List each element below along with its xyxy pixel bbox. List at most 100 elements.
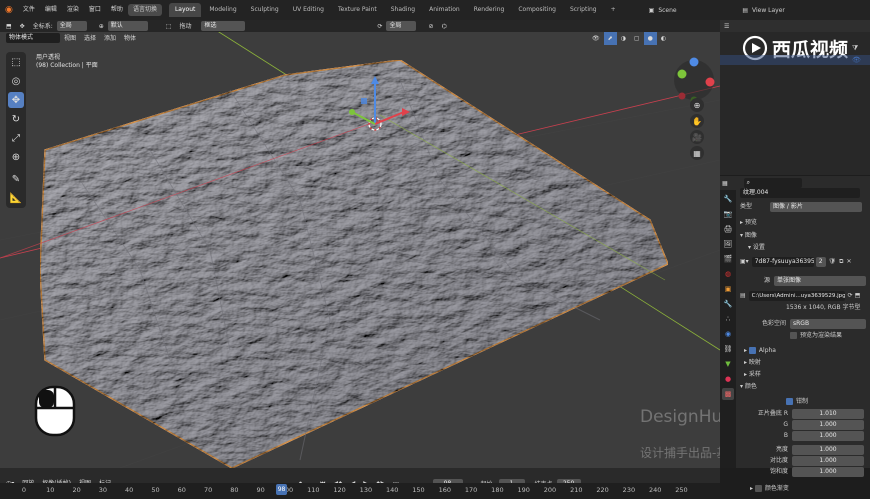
image-name-field[interactable]: 7d87-fysuuya36395... bbox=[751, 256, 814, 267]
language-switch-button[interactable]: 语言切换 bbox=[127, 4, 162, 16]
menu-render[interactable]: 渲染 bbox=[62, 0, 84, 20]
settings-section[interactable]: ▾ 设置 bbox=[740, 242, 868, 253]
drag-icon[interactable]: ⬚ bbox=[162, 20, 176, 33]
select-box-icon[interactable]: ⬚ bbox=[8, 54, 24, 70]
type-dropdown[interactable]: 图像 / 影片 bbox=[770, 201, 862, 212]
move-tool-icon[interactable]: ✥ bbox=[16, 20, 29, 33]
clamp-checkbox[interactable]: 钳制 bbox=[740, 396, 868, 407]
timeline-ruler[interactable]: 0102030405060708090100110120130140150160… bbox=[0, 483, 720, 499]
outliner-icon[interactable]: ☰ bbox=[724, 23, 729, 30]
menu-window[interactable]: 窗口 bbox=[84, 0, 106, 20]
fake-user-icon[interactable]: 🛡 bbox=[829, 256, 837, 267]
data-tab-icon[interactable]: ▼ bbox=[722, 358, 734, 370]
solid-shading-icon[interactable]: ● bbox=[643, 31, 657, 45]
colorspace-dropdown[interactable]: sRGB bbox=[790, 318, 866, 329]
tab-sculpting[interactable]: Sculpting bbox=[245, 3, 285, 17]
tool-tab-icon[interactable]: 🔧 bbox=[722, 193, 734, 205]
transform-icon[interactable]: ⊕ bbox=[8, 149, 24, 165]
view-as-render-checkbox[interactable]: 预览为渲染结果 bbox=[740, 330, 868, 341]
image-section[interactable]: ▾ 图像 bbox=[740, 230, 868, 241]
snap-icon[interactable]: ⊘ bbox=[424, 20, 437, 33]
scene-icon[interactable]: ▣ bbox=[649, 7, 655, 14]
tab-modeling[interactable]: Modeling bbox=[203, 3, 242, 17]
overlay-toggle-icon[interactable]: ◑ bbox=[617, 32, 630, 45]
texture-name[interactable]: 纹理.004 bbox=[740, 187, 860, 198]
tab-animation[interactable]: Animation bbox=[423, 3, 466, 17]
pivot-dropdown[interactable]: 默认 bbox=[107, 21, 148, 31]
output-tab-icon[interactable]: 🖨 bbox=[722, 223, 734, 235]
view-layer-name[interactable]: View Layer bbox=[752, 7, 785, 14]
scene-tab-icon[interactable]: 🎬 bbox=[722, 253, 734, 265]
render-tab-icon[interactable]: 📷 bbox=[722, 208, 734, 220]
tab-scripting[interactable]: Scripting bbox=[564, 3, 603, 17]
menu-add[interactable]: 添加 bbox=[100, 32, 120, 45]
menu-select[interactable]: 选择 bbox=[80, 32, 100, 45]
proportional-icon[interactable]: ⌬ bbox=[438, 20, 451, 33]
material-tab-icon[interactable]: ● bbox=[722, 373, 734, 385]
orientation-dropdown[interactable]: 全局 bbox=[386, 21, 417, 31]
tab-texture-paint[interactable]: Texture Paint bbox=[332, 3, 383, 17]
camera-icon[interactable]: 🎥 bbox=[690, 130, 704, 144]
clamp-box[interactable] bbox=[786, 398, 793, 405]
reload-icon[interactable]: ⟳ bbox=[848, 290, 853, 301]
filepath-field[interactable]: C:\Users\Admini...uya3639529.jpg bbox=[748, 290, 845, 301]
r-value-field[interactable]: 1.010 bbox=[792, 408, 864, 419]
move-icon[interactable]: ✥ bbox=[8, 92, 24, 108]
scale-icon[interactable]: ⤢ bbox=[8, 130, 24, 146]
tab-shading[interactable]: Shading bbox=[385, 3, 421, 17]
object-mode-dropdown[interactable]: ⬒ bbox=[0, 20, 16, 33]
xray-icon[interactable]: ▢ bbox=[630, 32, 644, 45]
preview-section[interactable]: ▸ 预览 bbox=[740, 217, 868, 228]
gizmo-toggle-icon[interactable]: ⬈ bbox=[603, 31, 617, 45]
orientation-icon[interactable]: ⟳ bbox=[373, 20, 386, 33]
physics-tab-icon[interactable]: ◉ bbox=[722, 328, 734, 340]
blender-logo-icon[interactable]: ◉ bbox=[0, 0, 18, 20]
menu-edit[interactable]: 编辑 bbox=[40, 0, 62, 20]
image-users-count[interactable]: 2 bbox=[815, 256, 826, 267]
source-dropdown[interactable]: 单张图像 bbox=[774, 275, 866, 286]
menu-view[interactable]: 视图 bbox=[60, 32, 80, 45]
add-workspace-icon[interactable]: + bbox=[605, 3, 622, 17]
menu-help[interactable]: 帮助 bbox=[106, 0, 128, 20]
filter-icon[interactable]: ⧩ bbox=[852, 44, 858, 53]
properties-editor-icon[interactable]: ▦ bbox=[722, 180, 728, 187]
unlink-icon[interactable]: ✕ bbox=[846, 256, 851, 267]
texture-tab-icon[interactable]: ▩ bbox=[722, 388, 734, 400]
outliner-selected-row[interactable] bbox=[720, 55, 870, 65]
material-shading-icon[interactable]: ◐ bbox=[657, 32, 670, 45]
pack-icon[interactable]: ⬒ bbox=[855, 290, 861, 301]
world-tab-icon[interactable]: ◍ bbox=[722, 268, 734, 280]
view-as-render-box[interactable] bbox=[790, 332, 797, 339]
modifier-tab-icon[interactable]: 🔧 bbox=[722, 298, 734, 310]
tab-layout[interactable]: Layout bbox=[168, 3, 202, 17]
alpha-section[interactable]: ▸ Alpha bbox=[740, 345, 868, 356]
measure-icon[interactable]: 📐 bbox=[8, 190, 24, 206]
brightness-field[interactable]: 1.000 bbox=[792, 444, 864, 455]
color-ramp-section[interactable]: ▸ 颜色渐变 bbox=[740, 483, 868, 494]
colors-section[interactable]: ▾ 颜色 bbox=[740, 381, 868, 392]
playhead[interactable]: 98 bbox=[275, 484, 288, 495]
mode-dropdown[interactable]: 物体模式 bbox=[6, 33, 60, 43]
particles-tab-icon[interactable]: ∴ bbox=[722, 313, 734, 325]
alpha-checkbox[interactable] bbox=[748, 347, 756, 354]
tab-compositing[interactable]: Compositing bbox=[512, 3, 562, 17]
visibility-icon[interactable]: 👁 bbox=[588, 32, 604, 45]
pan-icon[interactable]: ✋ bbox=[690, 114, 704, 128]
zoom-icon[interactable]: ⊕ bbox=[690, 98, 704, 112]
g-value-field[interactable]: 1.000 bbox=[792, 419, 864, 430]
select-mode-dropdown[interactable]: 框选 bbox=[201, 21, 246, 31]
tab-uv-editing[interactable]: UV Editing bbox=[287, 3, 330, 17]
cursor-icon[interactable]: ◎ bbox=[8, 73, 24, 89]
sampling-section[interactable]: ▸ 采样 bbox=[740, 369, 868, 380]
coord-dropdown[interactable]: 全局 bbox=[56, 21, 87, 31]
saturation-field[interactable]: 1.000 bbox=[792, 466, 864, 477]
new-image-icon[interactable]: ⧉ bbox=[839, 256, 843, 267]
view-layer-tab-icon[interactable]: 🖼 bbox=[722, 238, 734, 250]
view-layer-icon[interactable]: ▤ bbox=[742, 7, 748, 14]
tab-rendering[interactable]: Rendering bbox=[468, 3, 511, 17]
contrast-field[interactable]: 1.000 bbox=[792, 455, 864, 466]
grid-view-icon[interactable]: ▦ bbox=[690, 146, 704, 160]
constraints-tab-icon[interactable]: ⛓ bbox=[722, 343, 734, 355]
rotate-icon[interactable]: ↻ bbox=[8, 111, 24, 127]
object-tab-icon[interactable]: ▣ bbox=[722, 283, 734, 295]
